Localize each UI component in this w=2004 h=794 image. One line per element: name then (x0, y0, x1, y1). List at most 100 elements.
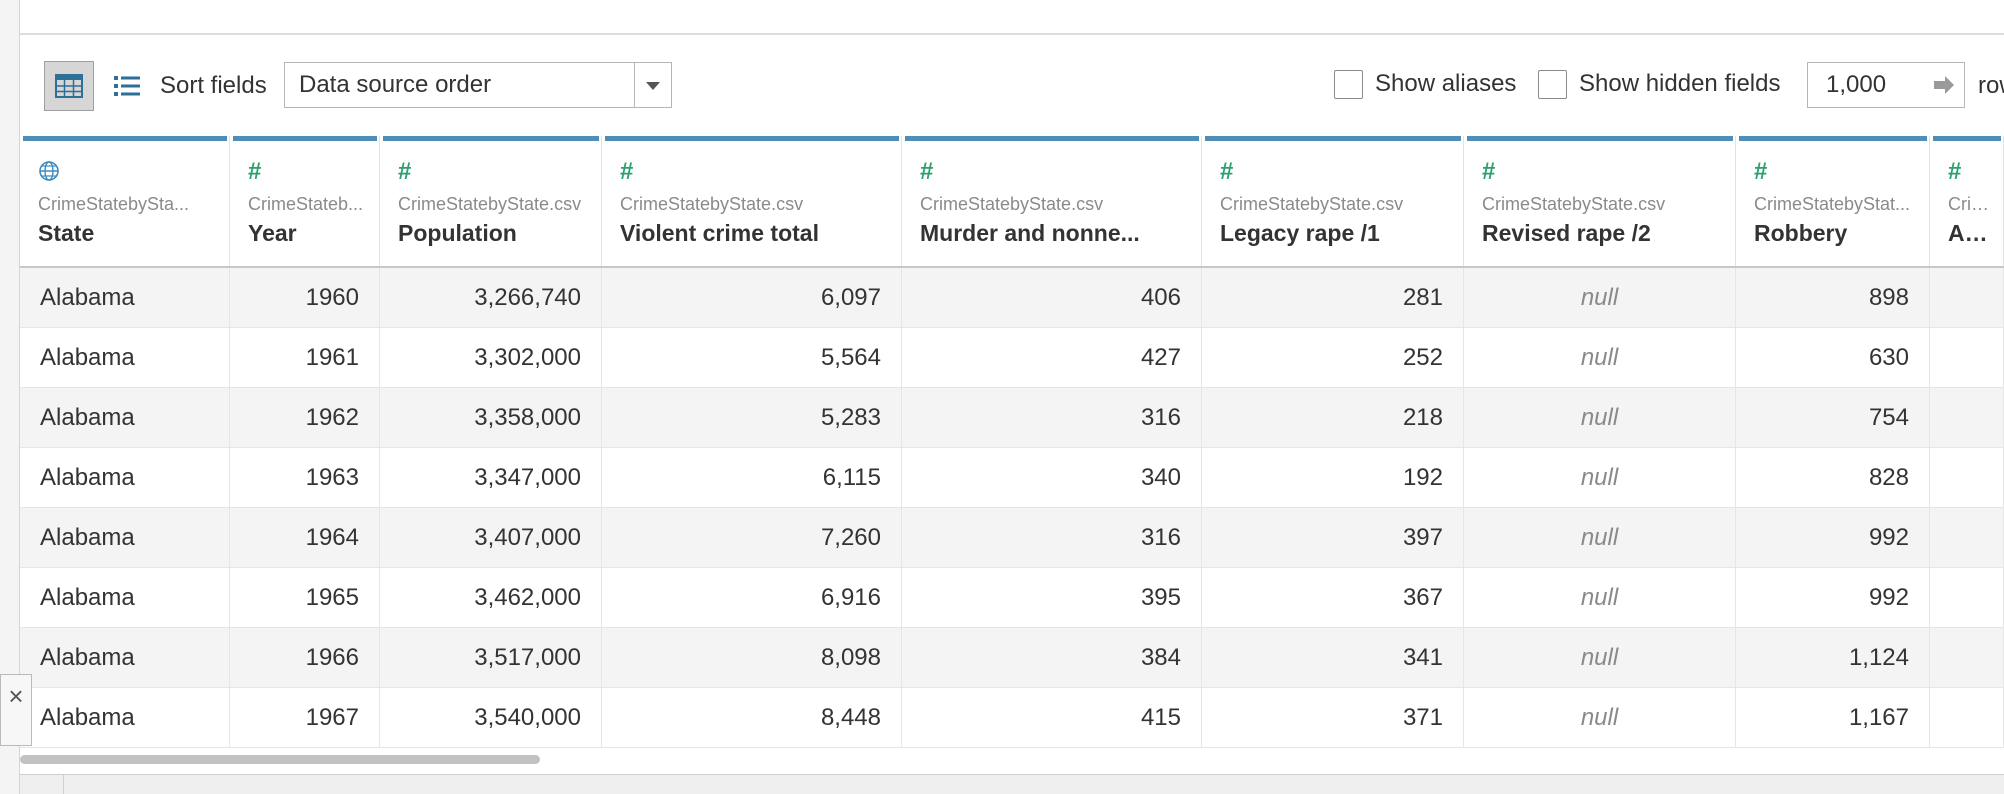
number-type-icon[interactable]: # (1948, 160, 1961, 184)
table-cell-violent-crime-total[interactable]: 6,097 (602, 268, 902, 327)
table-row[interactable]: Alabama 1961 3,302,000 5,564 427 252 null 630 (20, 328, 2004, 388)
table-row[interactable]: Alabama 1967 3,540,000 8,448 415 371 null 1,167 (20, 688, 2004, 748)
table-cell-population[interactable]: 3,517,000 (380, 628, 602, 687)
column-header-robbery[interactable]: # CrimeStatebyStat... Robbery (1736, 136, 1930, 266)
column-header-state[interactable]: CrimeStatebySta... State (20, 136, 230, 266)
table-cell-robbery[interactable]: 630 (1736, 328, 1930, 387)
number-type-icon[interactable]: # (1754, 160, 1767, 184)
table-cell-legacy-rape[interactable]: 252 (1202, 328, 1464, 387)
row-count-input[interactable]: 1,000 (1807, 62, 1965, 108)
table-cell-year[interactable]: 1960 (230, 268, 380, 327)
number-type-icon[interactable]: # (920, 160, 933, 184)
table-cell-legacy-rape[interactable]: 397 (1202, 508, 1464, 567)
table-cell-aggravated-assault[interactable] (1930, 448, 2004, 507)
table-row[interactable]: Alabama 1962 3,358,000 5,283 316 218 null 754 (20, 388, 2004, 448)
number-type-icon[interactable]: # (248, 160, 261, 184)
table-cell-year[interactable]: 1966 (230, 628, 380, 687)
table-cell-violent-crime-total[interactable]: 8,448 (602, 688, 902, 747)
table-cell-population[interactable]: 3,266,740 (380, 268, 602, 327)
table-cell-revised-rape[interactable]: null (1464, 328, 1736, 387)
table-cell-revised-rape[interactable]: null (1464, 628, 1736, 687)
table-row[interactable]: Alabama 1966 3,517,000 8,098 384 341 null 1,124 (20, 628, 2004, 688)
table-cell-legacy-rape[interactable]: 341 (1202, 628, 1464, 687)
list-view-button[interactable] (102, 61, 152, 111)
grid-view-button[interactable] (44, 61, 94, 111)
table-cell-year[interactable]: 1963 (230, 448, 380, 507)
table-cell-robbery[interactable]: 754 (1736, 388, 1930, 447)
table-cell-violent-crime-total[interactable]: 8,098 (602, 628, 902, 687)
table-cell-legacy-rape[interactable]: 367 (1202, 568, 1464, 627)
bottom-tab[interactable] (20, 775, 64, 794)
table-cell-revised-rape[interactable]: null (1464, 268, 1736, 327)
table-cell-revised-rape[interactable]: null (1464, 568, 1736, 627)
horizontal-scrollbar-thumb[interactable] (20, 755, 540, 764)
show-hidden-fields-checkbox[interactable] (1538, 69, 1567, 99)
number-type-icon[interactable]: # (620, 160, 633, 184)
table-cell-year[interactable]: 1967 (230, 688, 380, 747)
table-cell-legacy-rape[interactable]: 281 (1202, 268, 1464, 327)
number-type-icon[interactable]: # (398, 160, 411, 184)
table-cell-violent-crime-total[interactable]: 5,564 (602, 328, 902, 387)
close-button[interactable]: × (0, 674, 32, 746)
table-cell-violent-crime-total[interactable]: 6,115 (602, 448, 902, 507)
table-cell-robbery[interactable]: 992 (1736, 568, 1930, 627)
table-cell-robbery[interactable]: 992 (1736, 508, 1930, 567)
table-cell-aggravated-assault[interactable] (1930, 328, 2004, 387)
table-cell-state[interactable]: Alabama (20, 268, 230, 327)
show-hidden-fields-toggle[interactable]: Show hidden fields (1538, 67, 1780, 101)
table-cell-aggravated-assault[interactable] (1930, 688, 2004, 747)
table-cell-aggravated-assault[interactable] (1930, 268, 2004, 327)
table-cell-population[interactable]: 3,407,000 (380, 508, 602, 567)
table-cell-revised-rape[interactable]: null (1464, 688, 1736, 747)
table-cell-murder-and-nonnegligent[interactable]: 384 (902, 628, 1202, 687)
table-cell-violent-crime-total[interactable]: 6,916 (602, 568, 902, 627)
table-cell-revised-rape[interactable]: null (1464, 508, 1736, 567)
table-cell-murder-and-nonnegligent[interactable]: 415 (902, 688, 1202, 747)
table-cell-revised-rape[interactable]: null (1464, 388, 1736, 447)
number-type-icon[interactable]: # (1482, 160, 1495, 184)
column-header-revised-rape[interactable]: # CrimeStatebyState.csv Revised rape /2 (1464, 136, 1736, 266)
column-header-year[interactable]: # CrimeStateb... Year (230, 136, 380, 266)
table-row[interactable]: Alabama 1963 3,347,000 6,115 340 192 null 828 (20, 448, 2004, 508)
table-cell-legacy-rape[interactable]: 371 (1202, 688, 1464, 747)
table-cell-murder-and-nonnegligent[interactable]: 316 (902, 388, 1202, 447)
column-header-legacy-rape[interactable]: # CrimeStatebyState.csv Legacy rape /1 (1202, 136, 1464, 266)
table-cell-legacy-rape[interactable]: 192 (1202, 448, 1464, 507)
table-cell-murder-and-nonnegligent[interactable]: 427 (902, 328, 1202, 387)
table-cell-state[interactable]: Alabama (20, 328, 230, 387)
column-header-murder-and-nonnegligent[interactable]: # CrimeStatebyState.csv Murder and nonne..… (902, 136, 1202, 266)
table-cell-population[interactable]: 3,462,000 (380, 568, 602, 627)
table-cell-year[interactable]: 1961 (230, 328, 380, 387)
column-header-violent-crime-total[interactable]: # CrimeStatebyState.csv Violent crime tota… (602, 136, 902, 266)
table-cell-robbery[interactable]: 1,124 (1736, 628, 1930, 687)
table-cell-state[interactable]: Alabama (20, 628, 230, 687)
table-cell-murder-and-nonnegligent[interactable]: 340 (902, 448, 1202, 507)
table-cell-robbery[interactable]: 898 (1736, 268, 1930, 327)
arrow-right-icon[interactable] (1932, 73, 1956, 97)
table-cell-year[interactable]: 1965 (230, 568, 380, 627)
table-row[interactable]: Alabama 1965 3,462,000 6,916 395 367 null 992 (20, 568, 2004, 628)
table-cell-year[interactable]: 1964 (230, 508, 380, 567)
table-cell-year[interactable]: 1962 (230, 388, 380, 447)
table-cell-violent-crime-total[interactable]: 5,283 (602, 388, 902, 447)
table-cell-population[interactable]: 3,347,000 (380, 448, 602, 507)
table-cell-state[interactable]: Alabama (20, 388, 230, 447)
table-cell-robbery[interactable]: 1,167 (1736, 688, 1930, 747)
table-cell-state[interactable]: Alabama (20, 508, 230, 567)
table-cell-aggravated-assault[interactable] (1930, 628, 2004, 687)
column-header-aggravated-assault[interactable]: # CrimeSt Aggra (1930, 136, 2004, 266)
table-cell-state[interactable]: Alabama (20, 568, 230, 627)
table-cell-population[interactable]: 3,302,000 (380, 328, 602, 387)
table-row[interactable]: Alabama 1960 3,266,740 6,097 406 281 null 898 (20, 268, 2004, 328)
table-cell-legacy-rape[interactable]: 218 (1202, 388, 1464, 447)
table-cell-robbery[interactable]: 828 (1736, 448, 1930, 507)
table-cell-population[interactable]: 3,358,000 (380, 388, 602, 447)
table-cell-state[interactable]: Alabama (20, 448, 230, 507)
table-cell-murder-and-nonnegligent[interactable]: 316 (902, 508, 1202, 567)
table-cell-aggravated-assault[interactable] (1930, 508, 2004, 567)
table-cell-state[interactable]: Alabama (20, 688, 230, 747)
sort-fields-dropdown[interactable]: Data source order (284, 62, 672, 108)
show-aliases-checkbox[interactable] (1334, 69, 1363, 99)
table-cell-aggravated-assault[interactable] (1930, 388, 2004, 447)
show-aliases-toggle[interactable]: Show aliases (1334, 67, 1516, 101)
